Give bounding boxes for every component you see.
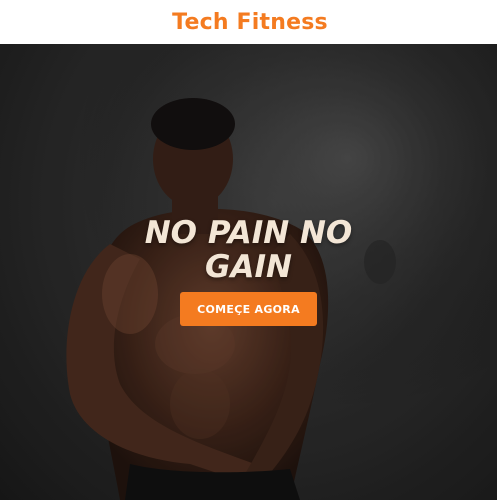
hero-headline: NO PAIN NO GAIN (144, 215, 353, 285)
start-now-button[interactable]: COMEÇE AGORA (180, 292, 317, 326)
hero-section: NO PAIN NO GAIN COMEÇE AGORA (0, 44, 497, 500)
site-header: Tech Fitness (0, 0, 500, 44)
brand-logo-text[interactable]: Tech Fitness (172, 10, 328, 35)
hero-content: NO PAIN NO GAIN COMEÇE AGORA (0, 216, 497, 326)
